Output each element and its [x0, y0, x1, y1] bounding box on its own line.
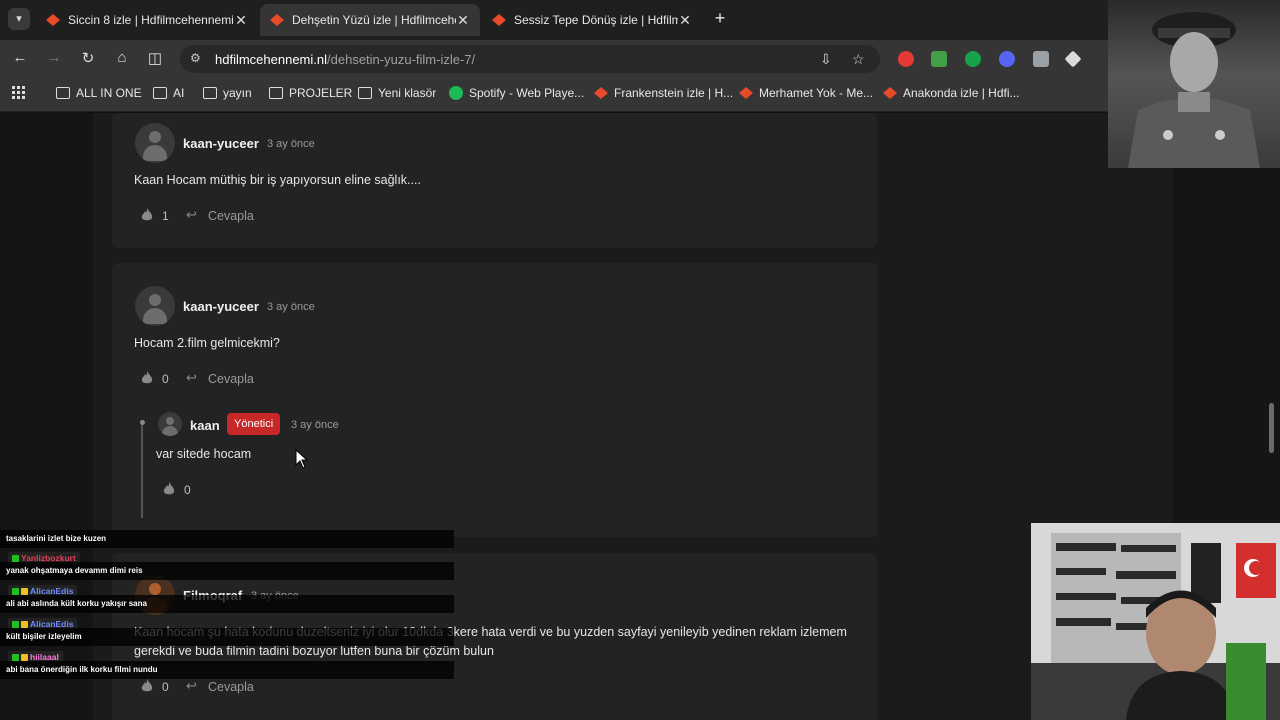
bookmark-folder-yeni-klasor[interactable]: Yeni klasör — [358, 86, 436, 100]
webcam-scene — [1031, 523, 1280, 720]
bookmark-anakonda[interactable]: Anakonda izle | Hdfi... — [883, 86, 1020, 100]
avatar — [158, 412, 182, 436]
like-count: 0 — [162, 680, 169, 694]
tab-sessiz-tepe[interactable]: Sessiz Tepe Dönüş izle | Hdfilmc ✕ — [482, 4, 702, 36]
tab-siccin[interactable]: Siccin 8 izle | Hdfilmcehennemi ✕ — [36, 4, 258, 36]
close-tab-icon[interactable]: ✕ — [456, 12, 470, 29]
site-favicon-icon — [270, 14, 284, 26]
site-favicon-icon — [594, 87, 608, 99]
tab-search-button[interactable]: ▾ — [8, 8, 30, 30]
split-view-icon[interactable]: ◫ — [145, 49, 165, 67]
shield-check-extension-icon[interactable] — [1033, 51, 1049, 67]
webcam-overlay — [1031, 523, 1280, 720]
reply-icon[interactable]: ↩ — [186, 207, 197, 223]
folder-icon — [358, 87, 372, 99]
folder-icon — [269, 87, 283, 99]
close-tab-icon[interactable]: ✕ — [678, 12, 692, 29]
mouse-cursor-icon — [295, 449, 309, 469]
like-count: 1 — [162, 209, 169, 223]
bookmark-spotify[interactable]: Spotify - Web Playe... — [449, 86, 584, 100]
bookmark-frankenstein[interactable]: Frankenstein izle | H... — [594, 86, 733, 100]
reply-button[interactable]: Cevapla — [208, 209, 254, 223]
chat-message: kült bişiler izleyelim — [6, 632, 82, 641]
bookmark-star-icon[interactable]: ☆ — [852, 51, 865, 68]
bookmark-folder-ai[interactable]: AI — [153, 86, 184, 100]
avatar — [135, 123, 175, 163]
reply-button[interactable]: Cevapla — [208, 680, 254, 694]
chat-message: tasaklarini izlet bize kuzen — [6, 534, 107, 543]
site-favicon-icon — [739, 87, 753, 99]
portrait-figure — [1128, 12, 1260, 168]
browser-toolbar: ← → ↻ ⌂ ◫ ⚙ hdfilmcehennemi.nl/dehsetin-… — [0, 40, 1280, 78]
shield-extension-icon[interactable] — [931, 51, 947, 67]
apps-grid-icon[interactable] — [12, 86, 26, 100]
bookmark-folder-all-in-one[interactable]: ALL IN ONE — [56, 86, 142, 100]
flame-like-icon[interactable] — [163, 482, 175, 496]
adblock-extension-icon[interactable] — [898, 51, 914, 67]
site-favicon-icon — [883, 87, 897, 99]
page-scrollbar-thumb[interactable] — [1269, 403, 1274, 453]
like-count: 0 — [162, 372, 169, 386]
discord-extension-icon[interactable] — [999, 51, 1015, 67]
bookmark-folder-projeler[interactable]: PROJELER — [269, 86, 352, 100]
comment-username[interactable]: kaan-yuceer — [183, 299, 259, 314]
comment-card: kaan-yuceer 3 ay önce Hocam 2.film gelmi… — [112, 263, 877, 537]
flame-like-icon[interactable] — [141, 679, 153, 693]
site-favicon-icon — [46, 14, 60, 26]
avatar — [135, 286, 175, 326]
reply-time: 3 ay önce — [291, 419, 339, 431]
admin-badge: Yönetici — [227, 413, 281, 435]
tab-strip: ▾ Siccin 8 izle | Hdfilmcehennemi ✕ Dehş… — [0, 0, 1280, 40]
reply-text: var sitede hocam — [156, 447, 252, 461]
chat-message: yanak ohşatmaya devamm dimi reis — [6, 566, 143, 575]
back-icon[interactable]: ← — [10, 49, 30, 66]
comment-card: kaan-yuceer 3 ay önce Kaan Hocam müthiş … — [112, 113, 877, 248]
reply-icon[interactable]: ↩ — [186, 370, 197, 386]
tab-title: Siccin 8 izle | Hdfilmcehennemi — [68, 13, 234, 27]
portrait-overlay — [1108, 0, 1280, 168]
install-app-icon[interactable]: ⇩ — [820, 51, 832, 68]
flame-like-icon[interactable] — [141, 371, 153, 385]
site-info-icon[interactable]: ⚙ — [190, 51, 201, 65]
folder-icon — [56, 87, 70, 99]
tab-dehsetin-yuzu[interactable]: Dehşetin Yüzü izle | Hdfilmcehe ✕ — [260, 4, 480, 36]
bookmark-folder-yayin[interactable]: yayın — [203, 86, 252, 100]
diamond-extension-icon[interactable] — [1064, 50, 1082, 68]
flame-like-icon[interactable] — [141, 208, 153, 222]
close-tab-icon[interactable]: ✕ — [234, 12, 248, 29]
folder-icon — [203, 87, 217, 99]
url-text[interactable]: hdfilmcehennemi.nl/dehsetin-yuzu-film-iz… — [215, 52, 475, 67]
comment-text: Hocam 2.film gelmicekmi? — [134, 336, 280, 350]
tab-title: Sessiz Tepe Dönüş izle | Hdfilmc — [514, 13, 678, 27]
bookmark-merhamet-yok[interactable]: Merhamet Yok - Me... — [739, 86, 873, 100]
reply-thread-line — [141, 423, 143, 518]
bookmarks-bar: ALL IN ONE AI yayın PROJELER Yeni klasör… — [0, 78, 1280, 112]
reply-button[interactable]: Cevapla — [208, 372, 254, 386]
tab-title: Dehşetin Yüzü izle | Hdfilmcehe — [292, 13, 456, 27]
reload-icon[interactable]: ↻ — [78, 49, 98, 67]
site-favicon-icon — [492, 14, 506, 26]
comment-text: Kaan Hocam müthiş bir iş yapıyorsun elin… — [134, 173, 421, 187]
comment-username[interactable]: kaan-yuceer — [183, 136, 259, 151]
grammarly-extension-icon[interactable] — [965, 51, 981, 67]
new-tab-button[interactable]: + — [710, 8, 730, 29]
reply-icon[interactable]: ↩ — [186, 678, 197, 694]
home-icon[interactable]: ⌂ — [112, 49, 132, 66]
chat-message: ali abi aslında kült korku yakışır sana — [6, 599, 147, 608]
forward-icon[interactable]: → — [44, 49, 64, 66]
spotify-icon — [449, 86, 463, 100]
reply-username[interactable]: kaan — [190, 418, 220, 433]
comment-time: 3 ay önce — [267, 138, 315, 150]
folder-icon — [153, 87, 167, 99]
comment-time: 3 ay önce — [267, 301, 315, 313]
like-count: 0 — [184, 483, 191, 497]
thread-dot — [140, 420, 145, 425]
stream-chat-overlay: tasaklarini izlet bize kuzen Yanlizbozku… — [0, 528, 460, 679]
address-bar[interactable]: ⚙ hdfilmcehennemi.nl/dehsetin-yuzu-film-… — [180, 45, 880, 73]
chat-message: abi bana önerdiğin ilk korku filmi nundu — [6, 665, 158, 674]
